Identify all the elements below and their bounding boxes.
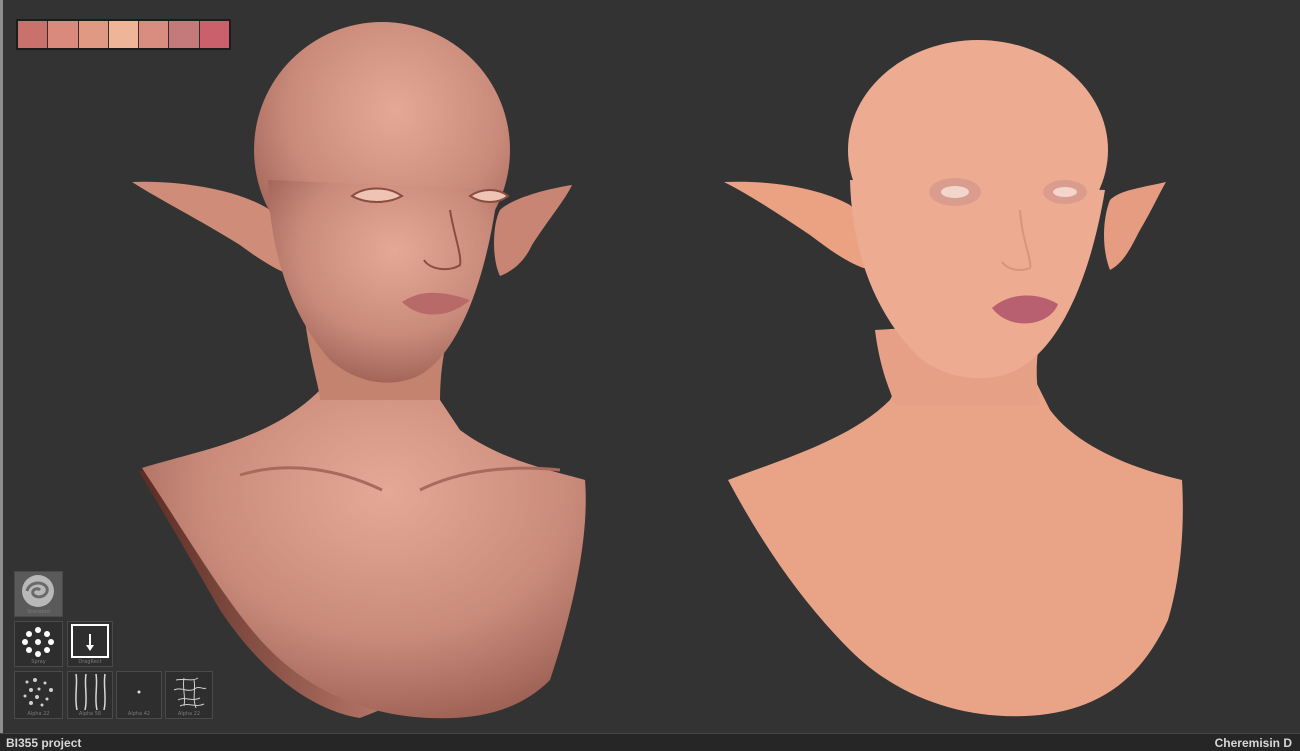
- polypainted-bust-model[interactable]: [720, 40, 1190, 720]
- brush-tray: Standard Spray DragRect Alpha 22 Alpha 5…: [12, 571, 217, 721]
- zbrush-canvas[interactable]: Standard Spray DragRect Alpha 22 Alpha 5…: [0, 0, 1300, 751]
- texture-label: DragRect: [78, 659, 102, 665]
- alpha-label: Alpha 22: [177, 711, 201, 717]
- alpha-slot[interactable]: Alpha 22: [14, 671, 63, 719]
- brush-slot[interactable]: Standard: [14, 571, 63, 617]
- alpha-slot[interactable]: Alpha 58: [67, 671, 113, 719]
- crack-alpha-icon: [173, 677, 207, 709]
- color-swatch[interactable]: [48, 21, 79, 48]
- dragrect-icon: [71, 624, 109, 658]
- author-label: Cheremisin D: [1214, 736, 1292, 750]
- brush-label: Standard: [27, 609, 50, 615]
- project-label: BI355 project: [6, 736, 82, 750]
- alpha-slot[interactable]: Alpha 42: [116, 671, 162, 719]
- color-swatch[interactable]: [18, 21, 49, 48]
- stroke-label: Spray: [31, 659, 46, 665]
- streak-alpha-icon: [75, 673, 106, 711]
- alpha-label: Alpha 42: [127, 711, 151, 717]
- status-bar: BI355 project Cheremisin D: [0, 733, 1300, 751]
- standard-brush-icon: [22, 575, 54, 607]
- dots-alpha-icon: [23, 678, 53, 707]
- color-swatch[interactable]: [78, 21, 109, 48]
- spray-stroke-icon: [22, 627, 54, 657]
- alpha-label: Alpha 58: [78, 711, 102, 717]
- stroke-slot[interactable]: Spray: [14, 621, 63, 667]
- alpha-slot[interactable]: Alpha 22: [165, 671, 213, 719]
- dot-alpha-icon: [137, 690, 141, 694]
- alpha-label: Alpha 22: [27, 711, 50, 717]
- texture-slot[interactable]: DragRect: [67, 621, 113, 667]
